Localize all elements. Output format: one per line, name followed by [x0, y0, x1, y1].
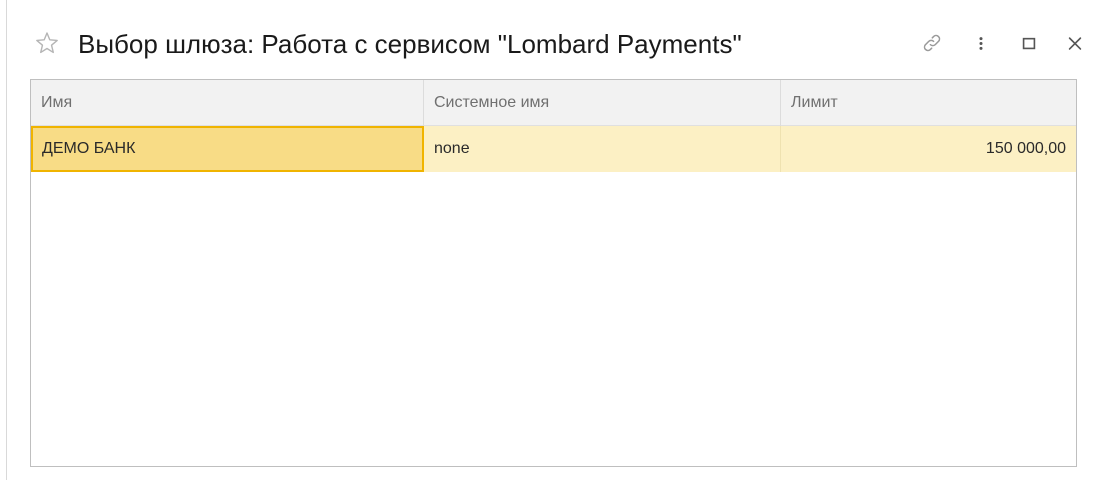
link-icon[interactable] [919, 30, 945, 56]
cell-limit[interactable]: 150 000,00 [781, 126, 1076, 172]
close-icon[interactable] [1062, 30, 1088, 56]
gateway-selection-window: Выбор шлюза: Работа с сервисом "Lombard … [0, 0, 1095, 480]
table-row[interactable]: ДЕМО БАНК none 150 000,00 [31, 126, 1076, 172]
maximize-icon[interactable] [1016, 30, 1042, 56]
table-header: Имя Системное имя Лимит [31, 80, 1076, 126]
favorite-star-icon[interactable] [34, 30, 60, 56]
column-header-system-name[interactable]: Системное имя [424, 80, 781, 126]
column-header-name[interactable]: Имя [31, 80, 424, 126]
cell-name[interactable]: ДЕМО БАНК [31, 126, 424, 172]
column-header-limit[interactable]: Лимит [781, 80, 1076, 126]
window-title: Выбор шлюза: Работа с сервисом "Lombard … [78, 29, 742, 59]
cell-system-name[interactable]: none [424, 126, 781, 172]
more-vertical-icon[interactable] [968, 30, 994, 56]
window-titlebar: Выбор шлюза: Работа с сервисом "Lombard … [0, 0, 1095, 80]
gateway-table[interactable]: Имя Системное имя Лимит ДЕМО БАНК none 1… [30, 79, 1077, 467]
